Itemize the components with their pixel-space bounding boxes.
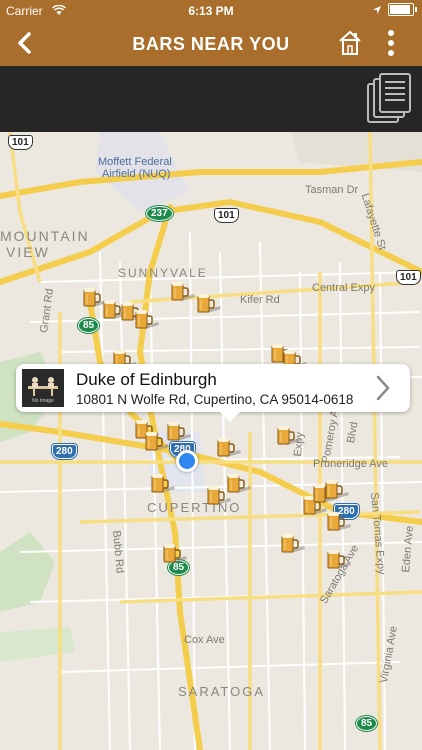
beer-mug-icon[interactable] bbox=[280, 532, 306, 556]
more-vertical-icon[interactable] bbox=[384, 28, 398, 58]
route-shield-85: 85 bbox=[78, 318, 100, 333]
home-icon[interactable] bbox=[337, 29, 363, 57]
map-view[interactable]: MOUNTAIN VIEW Moffett Federal Airfield (… bbox=[0, 132, 422, 750]
route-shield-101: 101 bbox=[214, 208, 239, 223]
battery-icon bbox=[388, 3, 417, 16]
route-shield-101: 101 bbox=[8, 135, 33, 150]
bar-address: 10801 N Wolfe Rd, Cupertino, CA 95014-06… bbox=[76, 392, 354, 407]
bar-thumbnail: No Image bbox=[22, 369, 64, 407]
map-label-mountain-view: MOUNTAIN bbox=[0, 228, 90, 244]
location-arrow-icon bbox=[373, 5, 381, 14]
nav-bar: BARS NEAR YOU bbox=[0, 22, 422, 66]
map-label-saratoga: SARATOGA bbox=[178, 684, 266, 699]
map-label-sunnyvale: SUNNYVALE bbox=[118, 266, 208, 280]
beer-mug-icon[interactable] bbox=[166, 420, 192, 444]
map-roads bbox=[0, 132, 422, 750]
clock: 6:13 PM bbox=[188, 4, 234, 18]
documents-icon[interactable] bbox=[366, 72, 412, 124]
toolbar bbox=[0, 66, 422, 132]
bar-name: Duke of Edinburgh bbox=[76, 370, 217, 389]
map-label-cox: Cox Ave bbox=[184, 634, 225, 646]
beer-mug-icon[interactable] bbox=[326, 548, 352, 572]
route-shield-280: 280 bbox=[52, 444, 77, 459]
beer-mug-icon[interactable] bbox=[276, 424, 302, 448]
map-label-pruneridge: Pruneridge Ave bbox=[313, 458, 389, 470]
beer-mug-icon[interactable] bbox=[226, 472, 252, 496]
beer-mug-icon[interactable] bbox=[134, 308, 160, 332]
beer-mug-icon[interactable] bbox=[216, 436, 242, 460]
map-label-moffett: Moffett Federal bbox=[98, 156, 172, 168]
status-bar: Carrier 6:13 PM bbox=[0, 0, 422, 22]
route-shield-85: 85 bbox=[356, 716, 378, 731]
map-label-tasman: Tasman Dr bbox=[305, 184, 359, 196]
thumb-caption: No Image bbox=[32, 398, 54, 404]
user-location-dot bbox=[176, 450, 198, 472]
beer-mug-icon[interactable] bbox=[162, 542, 188, 566]
beer-mug-icon[interactable] bbox=[326, 510, 352, 534]
beer-mug-icon[interactable] bbox=[170, 280, 196, 304]
bar-image-icon bbox=[28, 377, 58, 396]
map-label-kifer: Kifer Rd bbox=[240, 294, 280, 306]
map-label-moffett-2: Airfield (NUQ) bbox=[102, 168, 171, 180]
beer-mug-icon[interactable] bbox=[196, 292, 222, 316]
route-shield-101: 101 bbox=[396, 270, 421, 285]
beer-mug-icon[interactable] bbox=[150, 472, 176, 496]
chevron-right-icon[interactable] bbox=[375, 374, 391, 402]
bar-callout[interactable]: No Image Duke of Edinburgh 10801 N Wolfe… bbox=[16, 364, 410, 422]
beer-mug-icon[interactable] bbox=[324, 478, 350, 502]
route-shield-237: 237 bbox=[146, 206, 173, 221]
map-label-central: Central Expy bbox=[312, 282, 375, 294]
map-label-mountain-view-2: VIEW bbox=[6, 244, 50, 260]
